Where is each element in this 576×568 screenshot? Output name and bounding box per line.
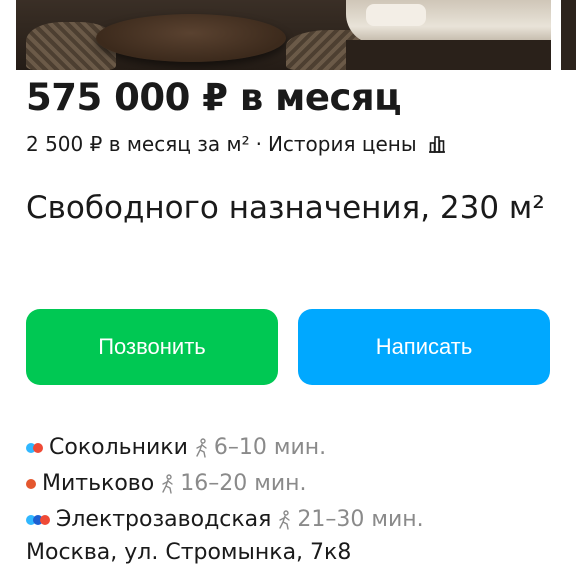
metro-line-dot-icon (26, 443, 43, 453)
metro-station-2[interactable]: Электрозаводская 21–30 мин. (26, 505, 424, 535)
price-info-row: 2 500 ₽ в месяц за м² · История цены (26, 130, 447, 158)
price-history-link[interactable]: История цены (268, 130, 417, 158)
photo-gallery[interactable] (0, 0, 576, 70)
listing-price: 575 000 ₽ в месяц (26, 76, 402, 119)
photo-bed-frame (346, 40, 551, 70)
metro-walk-time: 21–30 мин. (297, 507, 424, 532)
photo-pillow (366, 4, 426, 26)
walking-person-icon (196, 438, 207, 458)
metro-line-dot-icon (26, 479, 36, 489)
walking-person-icon (279, 510, 291, 530)
metro-dot (33, 443, 43, 453)
metro-dot (26, 479, 36, 489)
metro-line-dot-icon (26, 515, 50, 525)
metro-station-name: Электрозаводская (56, 507, 272, 532)
metro-dot (40, 515, 50, 525)
metro-station-0[interactable]: Сокольники 6–10 мин. (26, 433, 326, 463)
next-photo-peek[interactable] (561, 0, 576, 70)
listing-address[interactable]: Москва, ул. Стромынка, 7к8 (26, 538, 351, 568)
metro-station-name: Сокольники (49, 435, 188, 460)
listing-title: Свободного назначения, 230 м² (26, 190, 545, 226)
metro-walk-time: 6–10 мин. (213, 435, 327, 460)
write-button[interactable]: Написать (298, 309, 550, 385)
walking-person-icon (162, 474, 173, 494)
price-per-m2: 2 500 ₽ в месяц за м² (26, 132, 250, 156)
metro-station-name: Митьково (42, 471, 155, 496)
bar-chart-icon[interactable] (427, 134, 447, 154)
metro-station-1[interactable]: Митьково 16–20 мин. (26, 469, 307, 499)
price-separator: · (255, 132, 262, 156)
metro-walk-time: 16–20 мин. (180, 471, 307, 496)
listing-photo[interactable] (16, 0, 551, 70)
call-button[interactable]: Позвонить (26, 309, 278, 385)
photo-table (96, 14, 286, 62)
